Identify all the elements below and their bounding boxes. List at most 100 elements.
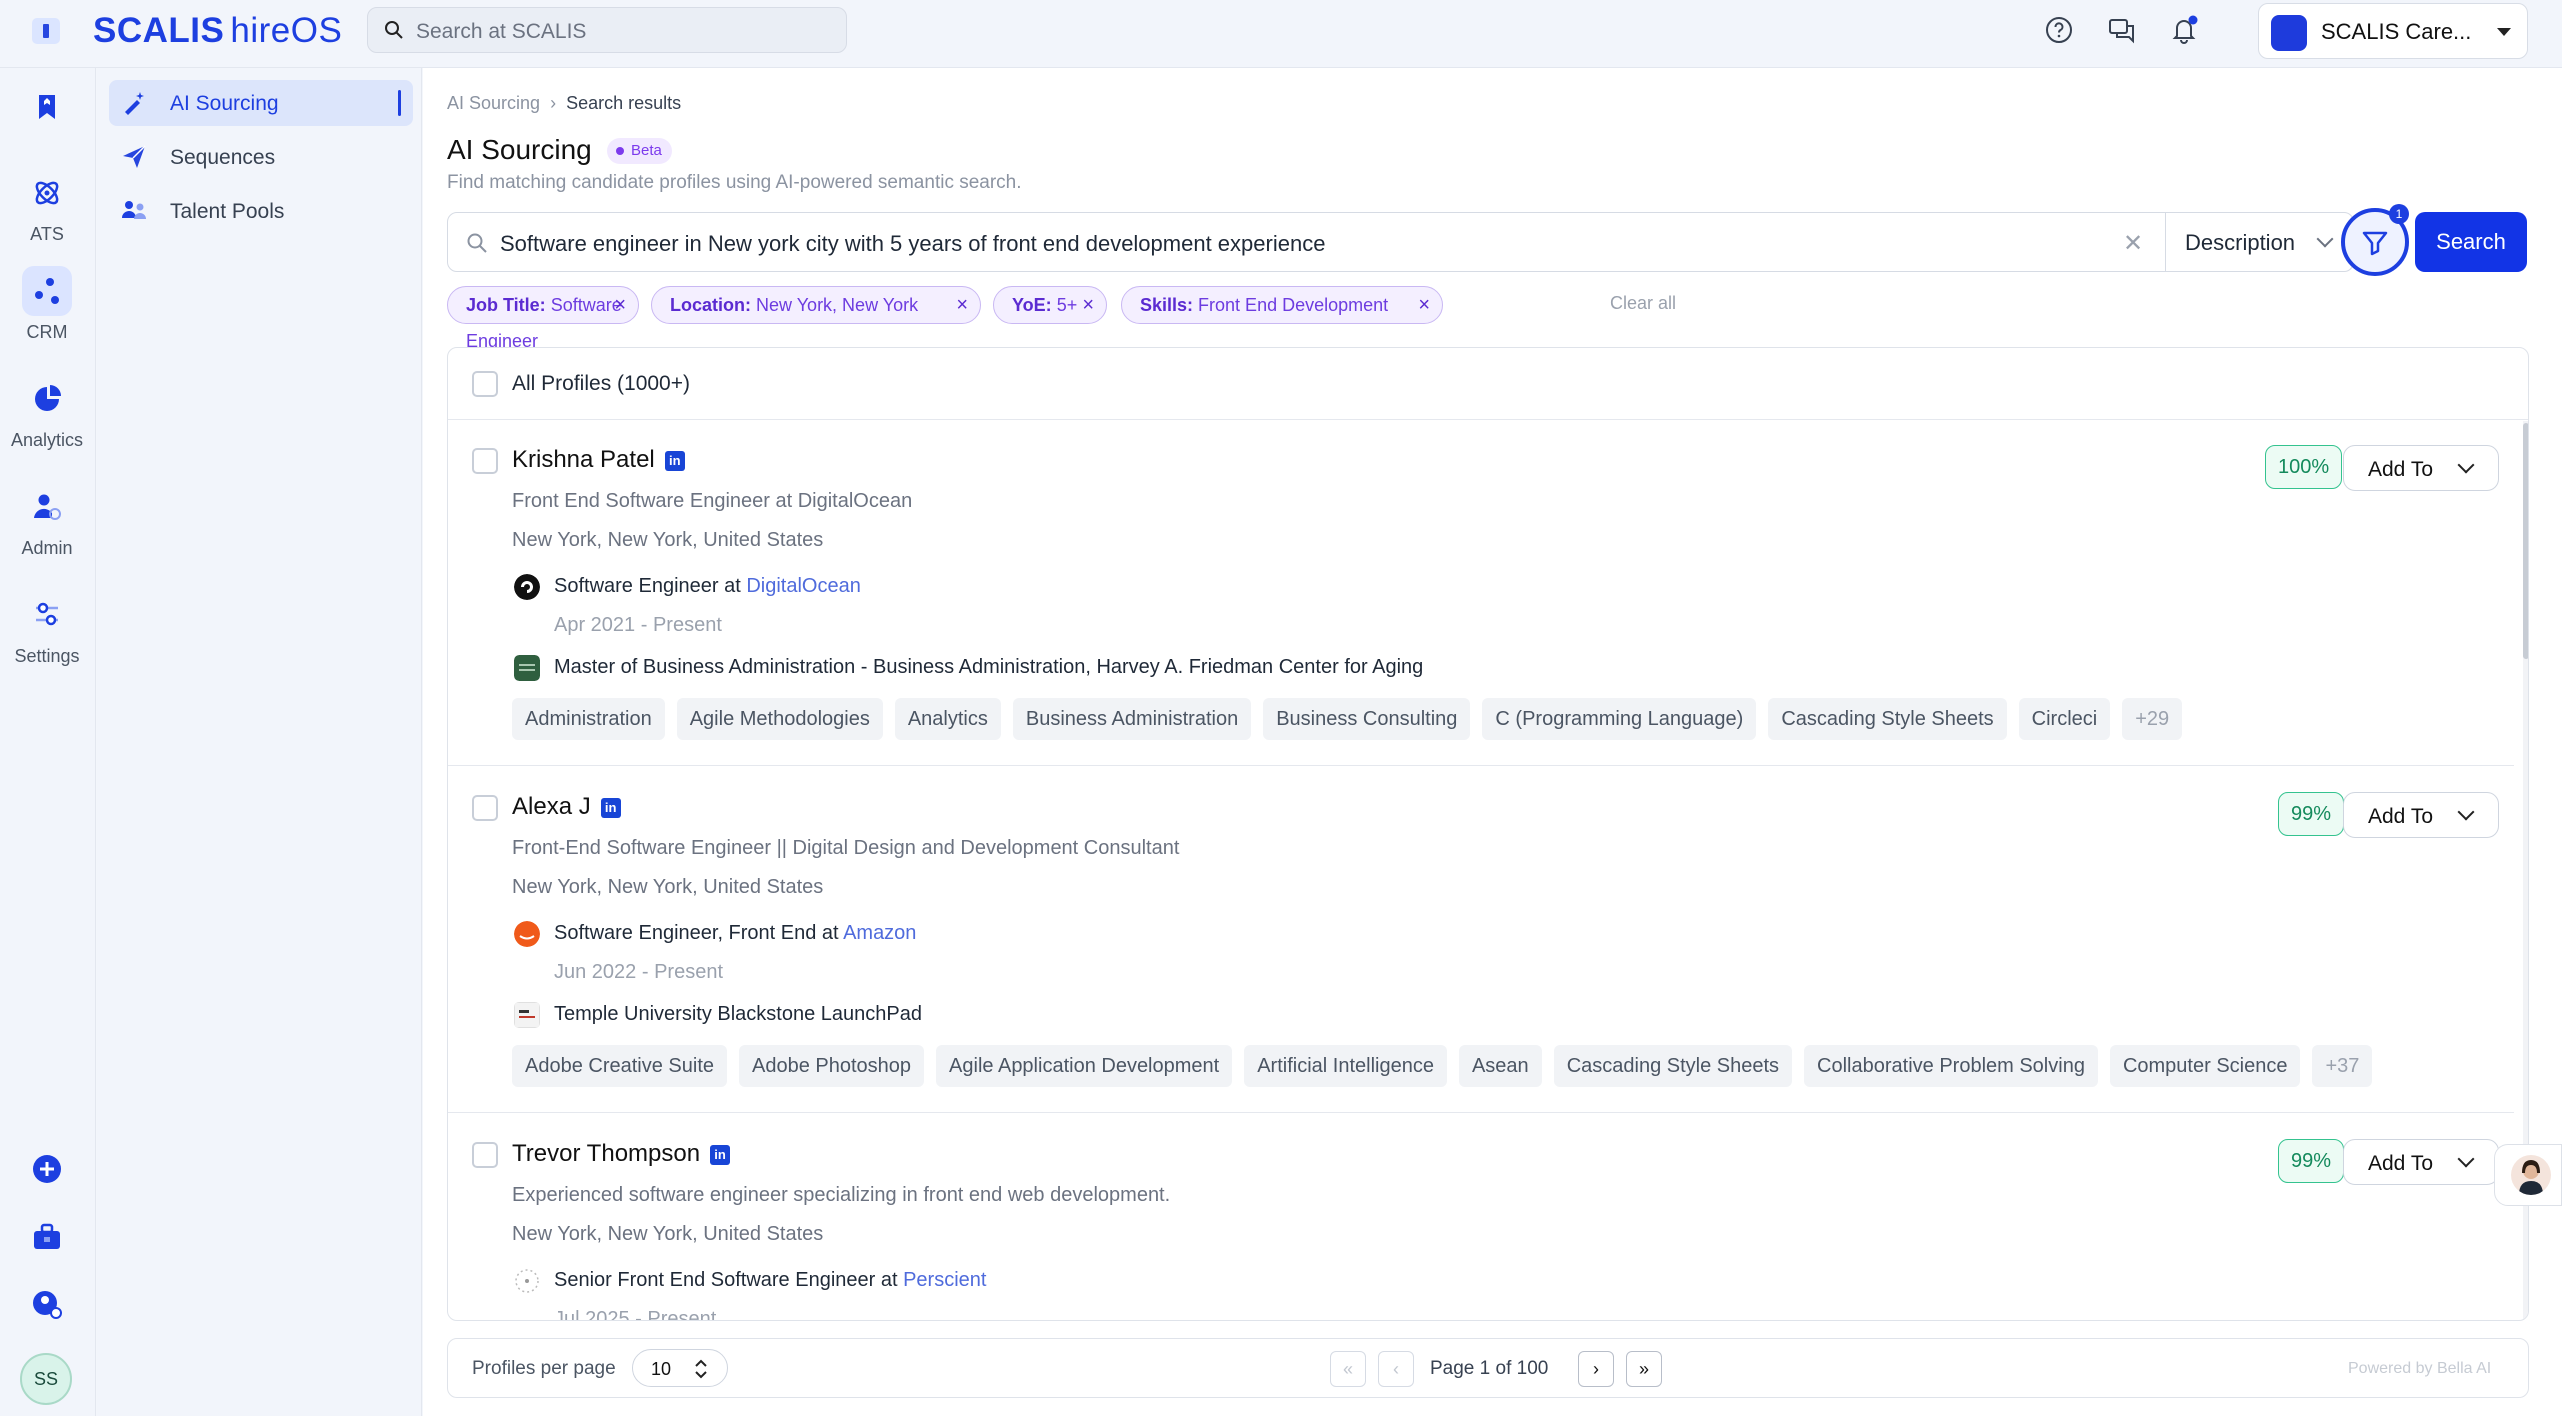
rail-label-crm: CRM	[26, 322, 68, 342]
add-to-button[interactable]: Add To	[2343, 1139, 2499, 1185]
help-icon[interactable]	[2043, 14, 2075, 46]
next-page-button[interactable]: ›	[1578, 1351, 1614, 1387]
search-mode-select[interactable]: Description	[2185, 230, 2295, 256]
candidate-name[interactable]: Krishna Patel	[512, 446, 655, 473]
chip-key: Location:	[670, 295, 751, 315]
user-avatar[interactable]: SS	[20, 1353, 72, 1405]
candidate-card[interactable]: Krishna Patel in Front End Software Engin…	[448, 420, 2514, 766]
subnav-item-talent-pools[interactable]: Talent Pools	[109, 188, 413, 234]
filter-chip-skills[interactable]: Skills: Front End Development ×	[1121, 286, 1443, 324]
rail-item-ats[interactable]: ATS	[0, 168, 94, 245]
skill-tag: Adobe Photoshop	[739, 1045, 925, 1087]
clear-search-icon[interactable]: ✕	[2123, 229, 2143, 258]
rail-item-crm[interactable]: CRM	[0, 266, 94, 343]
select-all-checkbox[interactable]	[472, 371, 498, 397]
rail-item-bookmarks[interactable]	[0, 82, 94, 132]
candidate-card[interactable]: Alexa J in Front-End Software Engineer ||…	[448, 767, 2514, 1113]
users-icon	[122, 201, 146, 219]
clear-all-link[interactable]: Clear all	[1610, 293, 1676, 314]
experience-dates: Apr 2021 - Present	[554, 614, 722, 636]
prev-page-button[interactable]: ‹	[1378, 1351, 1414, 1387]
bell-icon[interactable]	[2168, 14, 2200, 46]
filter-chip-location[interactable]: Location: New York, New York ×	[651, 286, 981, 324]
add-to-button[interactable]: Add To	[2343, 445, 2499, 491]
chip-key: Skills:	[1140, 295, 1194, 315]
candidate-card[interactable]: Trevor Thompson in Experienced software e…	[448, 1114, 2514, 1320]
global-search-input[interactable]: Search at SCALIS	[367, 7, 847, 53]
rail-item-settings[interactable]: Settings	[0, 590, 94, 667]
school-logo-icon	[514, 655, 540, 681]
secondary-nav: AI Sourcing Sequences Talent Pools	[97, 68, 422, 1416]
org-switcher[interactable]: SCALIS Care...	[2258, 3, 2528, 59]
filter-button[interactable]: 1	[2341, 204, 2409, 276]
atom-icon	[35, 181, 59, 205]
linkedin-icon[interactable]: in	[600, 798, 621, 818]
candidate-checkbox[interactable]	[472, 1142, 498, 1168]
more-skills-tag[interactable]: +29	[2122, 698, 2183, 740]
linkedin-icon[interactable]: in	[710, 1145, 731, 1165]
rail-item-briefcase[interactable]	[0, 1212, 94, 1262]
rail-item-user-settings[interactable]	[0, 1280, 94, 1330]
subnav-label: Sequences	[170, 146, 276, 169]
chat-icon[interactable]	[2106, 14, 2138, 46]
per-page-select[interactable]: 10	[632, 1349, 728, 1387]
subnav-label: AI Sourcing	[170, 92, 279, 115]
briefcase-icon	[34, 1223, 60, 1249]
first-page-button[interactable]: «	[1330, 1351, 1366, 1387]
rail-item-admin[interactable]: Admin	[0, 482, 94, 559]
skill-tag: Business Administration	[1012, 698, 1252, 740]
rail-item-analytics[interactable]: Analytics	[0, 374, 94, 451]
experience-line: Software Engineer, Front End at Amazon	[554, 922, 916, 945]
scrollbar-thumb[interactable]	[2523, 423, 2528, 659]
sidebar-toggle-icon[interactable]	[32, 18, 60, 44]
candidate-checkbox[interactable]	[472, 448, 498, 474]
remove-chip-icon[interactable]: ×	[614, 287, 626, 323]
breadcrumb-parent[interactable]: AI Sourcing	[447, 93, 540, 113]
skill-tag: Computer Science	[2109, 1045, 2301, 1087]
chevron-right-icon: ›	[550, 93, 557, 113]
experience-line: Software Engineer at DigitalOcean	[554, 575, 861, 598]
per-page-label: Profiles per page	[472, 1358, 616, 1379]
candidate-name[interactable]: Alexa J	[512, 793, 591, 820]
skill-tag: Cascading Style Sheets	[1553, 1045, 1793, 1087]
candidate-headline: Experienced software engineer specializi…	[512, 1184, 1171, 1206]
filter-chip-yoe[interactable]: YoE: 5+ ×	[993, 286, 1107, 324]
search-button[interactable]: Search	[2415, 212, 2527, 272]
org-logo-icon	[2271, 15, 2307, 51]
select-all-row: All Profiles (1000+)	[448, 348, 2528, 420]
chevron-down-icon	[2316, 230, 2334, 248]
subnav-item-ai-sourcing[interactable]: AI Sourcing	[109, 80, 413, 126]
ai-search-input[interactable]: Software engineer in New york city with …	[500, 231, 1325, 257]
bookmark-icon	[39, 95, 55, 119]
pagination-bar: Profiles per page 10 « ‹ Page 1 of 100 ›…	[447, 1338, 2529, 1398]
experience-company[interactable]: Amazon	[843, 922, 916, 944]
rail-add-button[interactable]	[0, 1144, 94, 1194]
experience-company[interactable]: DigitalOcean	[746, 575, 861, 597]
skill-tag: Adobe Creative Suite	[512, 1045, 728, 1087]
skill-tag: Agile Application Development	[936, 1045, 1233, 1087]
add-to-label: Add To	[2368, 805, 2433, 828]
remove-chip-icon[interactable]: ×	[1082, 287, 1094, 323]
subnav-item-sequences[interactable]: Sequences	[109, 134, 413, 180]
chevron-down-icon	[2497, 28, 2511, 36]
app-logo[interactable]: SCALIS hireOS	[93, 11, 342, 51]
education-line: Temple University Blackstone LaunchPad	[554, 1003, 922, 1025]
experience-line: Senior Front End Software Engineer at Pe…	[554, 1269, 986, 1292]
logo-product: hireOS	[230, 11, 343, 50]
candidate-name[interactable]: Trevor Thompson	[512, 1140, 700, 1167]
remove-chip-icon[interactable]: ×	[956, 287, 968, 323]
candidate-checkbox[interactable]	[472, 795, 498, 821]
add-to-button[interactable]: Add To	[2343, 792, 2499, 838]
filter-chip-job-title[interactable]: Job Title: Software Engineer ×	[447, 286, 639, 351]
assistant-launcher[interactable]	[2494, 1144, 2562, 1206]
rail-label-settings: Settings	[14, 646, 80, 666]
linkedin-icon[interactable]: in	[664, 451, 685, 471]
more-skills-tag[interactable]: +37	[2312, 1045, 2373, 1087]
remove-chip-icon[interactable]: ×	[1418, 287, 1430, 323]
breadcrumb: AI Sourcing › Search results	[447, 93, 681, 114]
divider	[2165, 213, 2166, 271]
match-score-badge: 99%	[2278, 792, 2345, 836]
paper-plane-icon	[123, 145, 146, 168]
experience-company[interactable]: Perscient	[903, 1269, 986, 1291]
last-page-button[interactable]: »	[1626, 1351, 1662, 1387]
